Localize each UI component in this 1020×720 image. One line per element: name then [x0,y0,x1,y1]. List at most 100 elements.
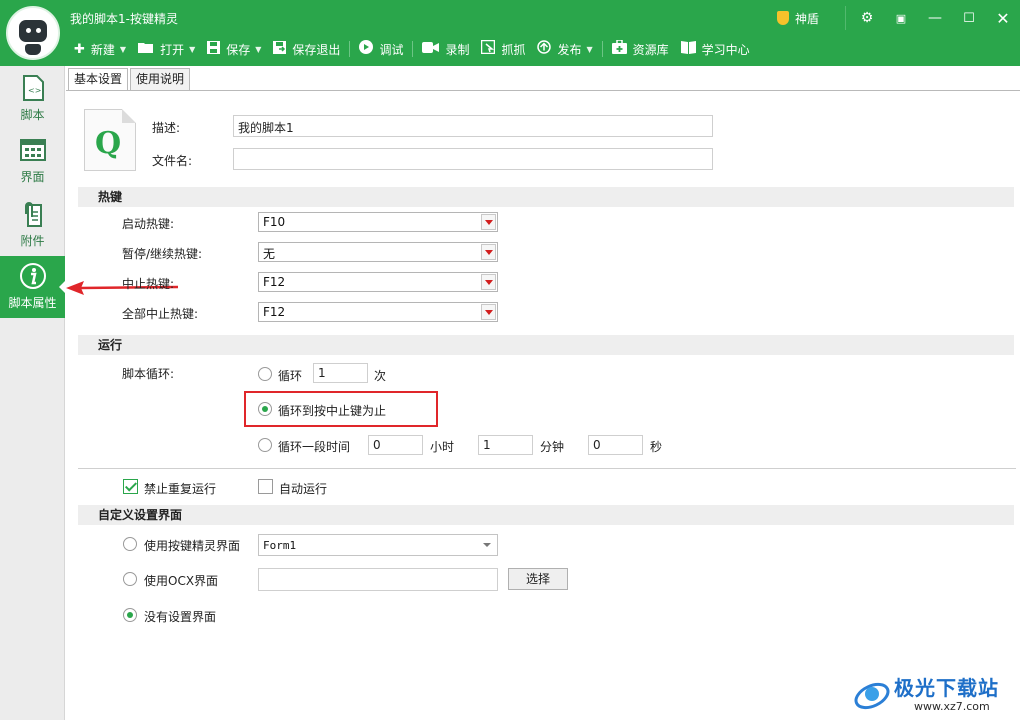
loop-until-stop-radio[interactable] [258,402,272,416]
sidebar-item-label: 界面 [20,170,45,184]
seconds-input[interactable]: 0 [588,435,643,455]
learning-center-button[interactable]: 学习中心 [675,38,756,60]
sidebar-item-label: 附件 [20,234,45,248]
ocx-path-input[interactable] [258,568,498,591]
stop-all-hotkey-select[interactable]: F12 [258,302,498,322]
minimize-icon[interactable]: — [918,10,952,26]
seconds-unit: 秒 [650,440,663,454]
script-document-icon: Q [84,109,136,171]
settings-gear-icon[interactable]: ⚙ [850,10,884,26]
close-icon[interactable]: ✕ [986,9,1020,28]
no-repeat-checkbox[interactable] [123,479,138,494]
resource-label: 资源库 [632,42,669,57]
app-logo-icon [6,6,60,60]
tab-usage-instructions[interactable]: 使用说明 [130,68,191,90]
save-exit-button[interactable]: 保存退出 [267,38,346,60]
chevron-down-icon: ▼ [119,44,127,54]
description-input[interactable]: 我的脚本1 [233,115,713,137]
learning-center-label: 学习中心 [701,42,750,57]
grab-label: 抓抓 [501,42,526,57]
stop-hotkey-select[interactable]: F12 [258,272,498,292]
run-section-header: 运行 [78,335,1014,355]
stop-hotkey-label: 中止热键: [122,277,175,291]
sidebar-item-script[interactable]: <> 脚本 [0,68,65,130]
dropdown-arrow-icon[interactable] [481,274,496,290]
tab-basic-settings[interactable]: 基本设置 [68,68,129,90]
loop-count-input[interactable]: 1 [313,363,368,383]
pause-hotkey-value: 无 [263,247,276,261]
resource-icon [611,39,627,58]
auto-run-label: 自动运行 [279,482,328,496]
section-divider [78,468,1016,469]
sidebar-item-script-properties[interactable]: 脚本属性 [0,256,66,318]
properties-panel: Q 描述: 我的脚本1 文件名: 热键 启动热键: F10 暂停/继续热键: 无… [66,90,1020,720]
window-controls-divider [845,6,846,30]
info-icon [19,263,46,289]
plus-icon: ✚ [74,41,85,57]
publish-icon [537,40,552,58]
filename-label: 文件名: [152,154,193,168]
sidebar-item-interface[interactable]: 界面 [0,130,65,192]
watermark-text: 极光下载站 [894,676,999,700]
hotkeys-section-header: 热键 [78,187,1014,207]
stop-hotkey-value: F12 [263,275,286,289]
watermark-logo-icon [854,682,890,710]
hours-input[interactable]: 0 [368,435,423,455]
record-label: 录制 [445,42,470,57]
publish-label: 发布 [557,42,582,57]
toolbar-divider [412,41,414,57]
stop-all-hotkey-value: F12 [263,305,286,319]
grab-button[interactable]: 抓抓 [475,38,531,60]
dropdown-arrow-icon[interactable] [481,214,496,230]
svg-text:<>: <> [28,86,41,95]
form-select[interactable]: Form1 [258,534,498,556]
start-hotkey-select[interactable]: F10 [258,212,498,232]
no-repeat-label: 禁止重复运行 [144,482,217,496]
sidebar-item-label: 脚本 [20,108,45,122]
use-ocx-ui-label: 使用OCX界面 [144,574,219,588]
loop-period-radio[interactable] [258,438,272,452]
debug-button[interactable]: 调试 [353,38,409,60]
play-icon [359,40,374,58]
sidebar-item-attachment[interactable]: 附件 [0,194,65,256]
save-exit-label: 保存退出 [292,42,341,57]
save-button[interactable]: 保存 ▼ [201,38,267,60]
loop-until-stop-label: 循环到按中止键为止 [278,404,387,418]
shield-label: 神盾 [794,11,819,26]
loop-period-label: 循环一段时间 [278,440,351,454]
new-label: 新建 [90,42,115,57]
auto-run-checkbox[interactable] [258,479,273,494]
new-button[interactable]: ✚ 新建 ▼ [68,38,132,60]
pause-hotkey-select[interactable]: 无 [258,242,498,262]
publish-button[interactable]: 发布 ▼ [531,38,598,60]
left-sidebar: <> 脚本 界面 附件 脚本属性 [0,66,66,720]
window-title: 我的脚本1-按键精灵 [70,12,178,26]
filename-input[interactable] [233,148,713,170]
script-file-icon: <> [22,75,44,101]
book-icon [680,40,696,58]
watermark-url: www.xz7.com [914,700,990,713]
menu-dropdown-icon[interactable]: ▣ [884,12,918,25]
save-icon [207,40,221,58]
debug-label: 调试 [379,42,404,57]
tab-bar: 基本设置 使用说明 [68,68,192,90]
record-button[interactable]: 录制 [416,38,475,60]
save-exit-icon [273,40,287,58]
use-jj-ui-radio[interactable] [123,537,137,551]
chevron-down-icon[interactable] [483,543,491,547]
start-hotkey-value: F10 [263,215,286,229]
no-ui-label: 没有设置界面 [144,610,217,624]
open-button[interactable]: 打开 ▼ [132,38,201,60]
stop-all-hotkey-label: 全部中止热键: [122,307,199,321]
use-ocx-ui-radio[interactable] [123,572,137,586]
dropdown-arrow-icon[interactable] [481,304,496,320]
maximize-icon[interactable]: ☐ [952,11,986,26]
dropdown-arrow-icon[interactable] [481,244,496,260]
no-ui-radio[interactable] [123,608,137,622]
loop-count-radio[interactable] [258,367,272,381]
minutes-input[interactable]: 1 [478,435,533,455]
resource-library-button[interactable]: 资源库 [606,38,675,60]
shield-button[interactable]: 神盾 [776,10,819,27]
select-button[interactable]: 选择 [508,568,568,590]
loop-count-unit: 次 [374,369,387,383]
